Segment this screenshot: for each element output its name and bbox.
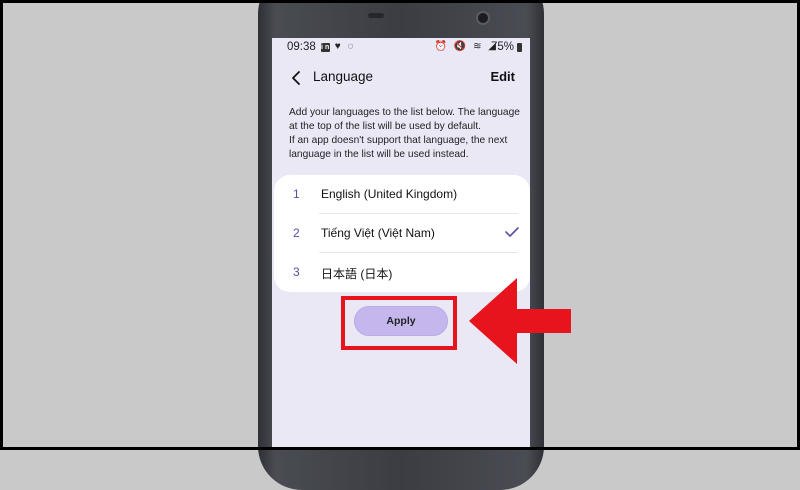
language-item-vietnamese[interactable]: 2 Tiếng Việt (Việt Nam) [274,214,530,253]
alarm-icon: ⏰ [434,41,450,52]
description-text: Add your languages to the list below. Th… [289,106,529,162]
description-line: If an app doesn't support that language,… [289,135,508,146]
description-line: at the top of the list will be used by d… [289,121,481,132]
page-title: Language [313,69,374,84]
mute-icon: 🔇 [453,41,469,52]
red-arrow-icon [469,278,571,364]
description-line: language in the list will be used instea… [289,149,469,160]
language-number: 3 [293,265,300,279]
linkedin-icon: in [321,43,332,52]
app-header: Language Edit [272,64,530,92]
chevron-left-icon[interactable] [288,69,306,87]
language-list: 1 English (United Kingdom) 2 Tiếng Việt … [274,175,530,292]
messenger-icon: ◌ [347,41,356,52]
language-name: English (United Kingdom) [321,187,458,201]
status-time: 09:38 [287,41,316,53]
phone-screen: 09:38 in ♥ ◌ ⏰ 🔇 ≋ ◢ 75% Language Edit A… [272,38,530,450]
system-icons: ⏰ 🔇 ≋ ◢ [435,41,498,52]
language-number: 2 [293,226,300,240]
language-name: Tiếng Việt (Việt Nam) [321,226,435,240]
heart-icon: ♥ [334,41,343,52]
language-number: 1 [293,187,300,201]
highlight-box [341,296,457,350]
language-name: 日本語 (日本) [321,267,393,281]
front-camera [476,11,490,25]
battery-icon [517,43,522,52]
check-icon [505,227,519,237]
language-item-english[interactable]: 1 English (United Kingdom) [274,175,530,214]
edit-button[interactable]: Edit [490,69,515,84]
notification-icons: in ♥ ◌ [321,41,355,52]
description-line: Add your languages to the list below. Th… [289,107,520,118]
battery-level: 75% [490,41,514,53]
proximity-sensor [368,13,384,18]
wifi-icon: ≋ [473,41,484,52]
status-bar: 09:38 in ♥ ◌ ⏰ 🔇 ≋ ◢ 75% [272,38,530,58]
